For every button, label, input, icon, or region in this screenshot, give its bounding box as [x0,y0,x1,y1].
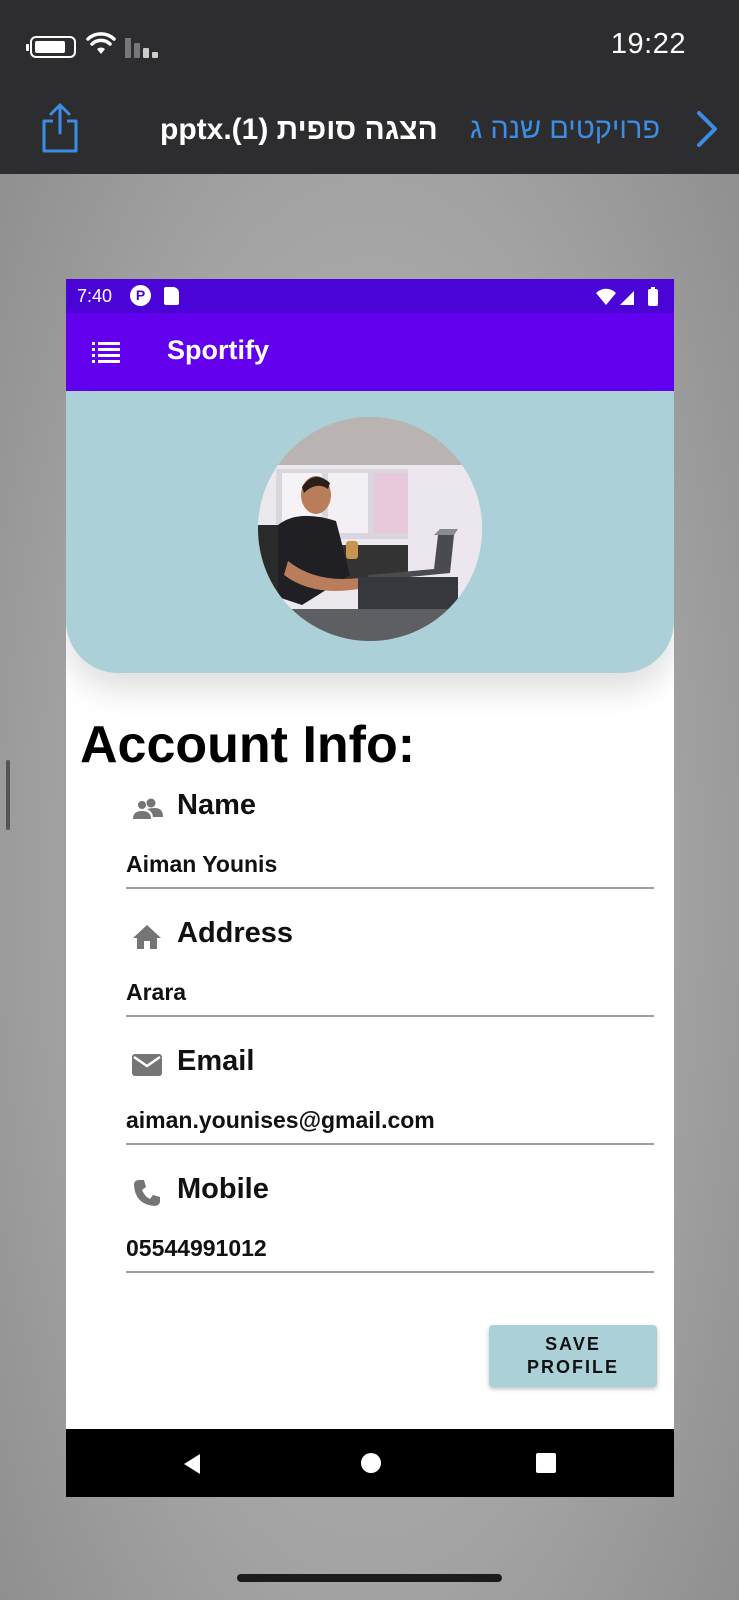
ios-clock: 19:22 [610,28,686,60]
android-status-bar: 7:40 P [66,279,674,313]
home-indicator[interactable] [237,1574,502,1582]
home-icon [133,925,161,949]
account-info-title: Account Info: [80,716,416,774]
sd-card-icon [164,287,179,305]
person-at-laptop-illustration [258,465,482,609]
app-bar: Sportify [66,313,674,391]
email-label: Email [177,1045,255,1077]
phone-icon [134,1180,160,1206]
recents-square-icon[interactable] [536,1453,556,1473]
ios-navigation-bar: pptx.(1) הצגה סופית פרויקטים שנה ג [0,95,739,170]
android-status-icons [596,287,658,306]
back-triangle-icon[interactable] [182,1453,202,1475]
name-label-row: Name [131,789,631,829]
avatar-photo-border [258,609,482,641]
wifi-icon [86,32,116,54]
cellular-signal-icon [125,36,161,58]
ios-status-bar: 19:22 [0,0,739,90]
android-navigation-bar [66,1429,674,1497]
mobile-label-row: Mobile [131,1173,631,1213]
ios-top-bar: 19:22 pptx.(1) הצגה סופית פרויקטים שנה ג [0,0,739,174]
email-field[interactable] [126,1097,654,1145]
address-label-row: Address [131,917,631,957]
save-profile-button[interactable]: SAVE PROFILE [489,1325,657,1387]
side-scroll-handle[interactable] [6,760,10,830]
avatar-photo [258,465,482,609]
name-label: Name [177,789,256,821]
android-screenshot: 7:40 P Sportify Account Info: Name Aiman… [66,279,674,1497]
app-title: Sportify [167,335,270,365]
name-field[interactable] [126,841,654,889]
home-circle-icon[interactable] [361,1453,381,1473]
address-field[interactable] [126,969,654,1017]
share-icon[interactable] [40,103,80,153]
back-link[interactable]: פרויקטים שנה ג [470,113,660,146]
chevron-right-icon[interactable] [695,109,719,149]
notification-app-icon: P [130,285,151,306]
document-title: pptx.(1) הצגה סופית [160,113,438,146]
menu-icon[interactable] [92,341,120,363]
avatar[interactable] [258,417,482,641]
android-clock: 7:40 [77,286,113,306]
mobile-label: Mobile [177,1173,269,1205]
mobile-field[interactable] [126,1225,654,1273]
address-label: Address [177,917,294,949]
profile-header-card [66,391,674,673]
battery-icon [26,36,76,58]
people-icon [133,798,163,819]
email-icon [132,1054,162,1076]
email-label-row: Email [131,1045,631,1085]
